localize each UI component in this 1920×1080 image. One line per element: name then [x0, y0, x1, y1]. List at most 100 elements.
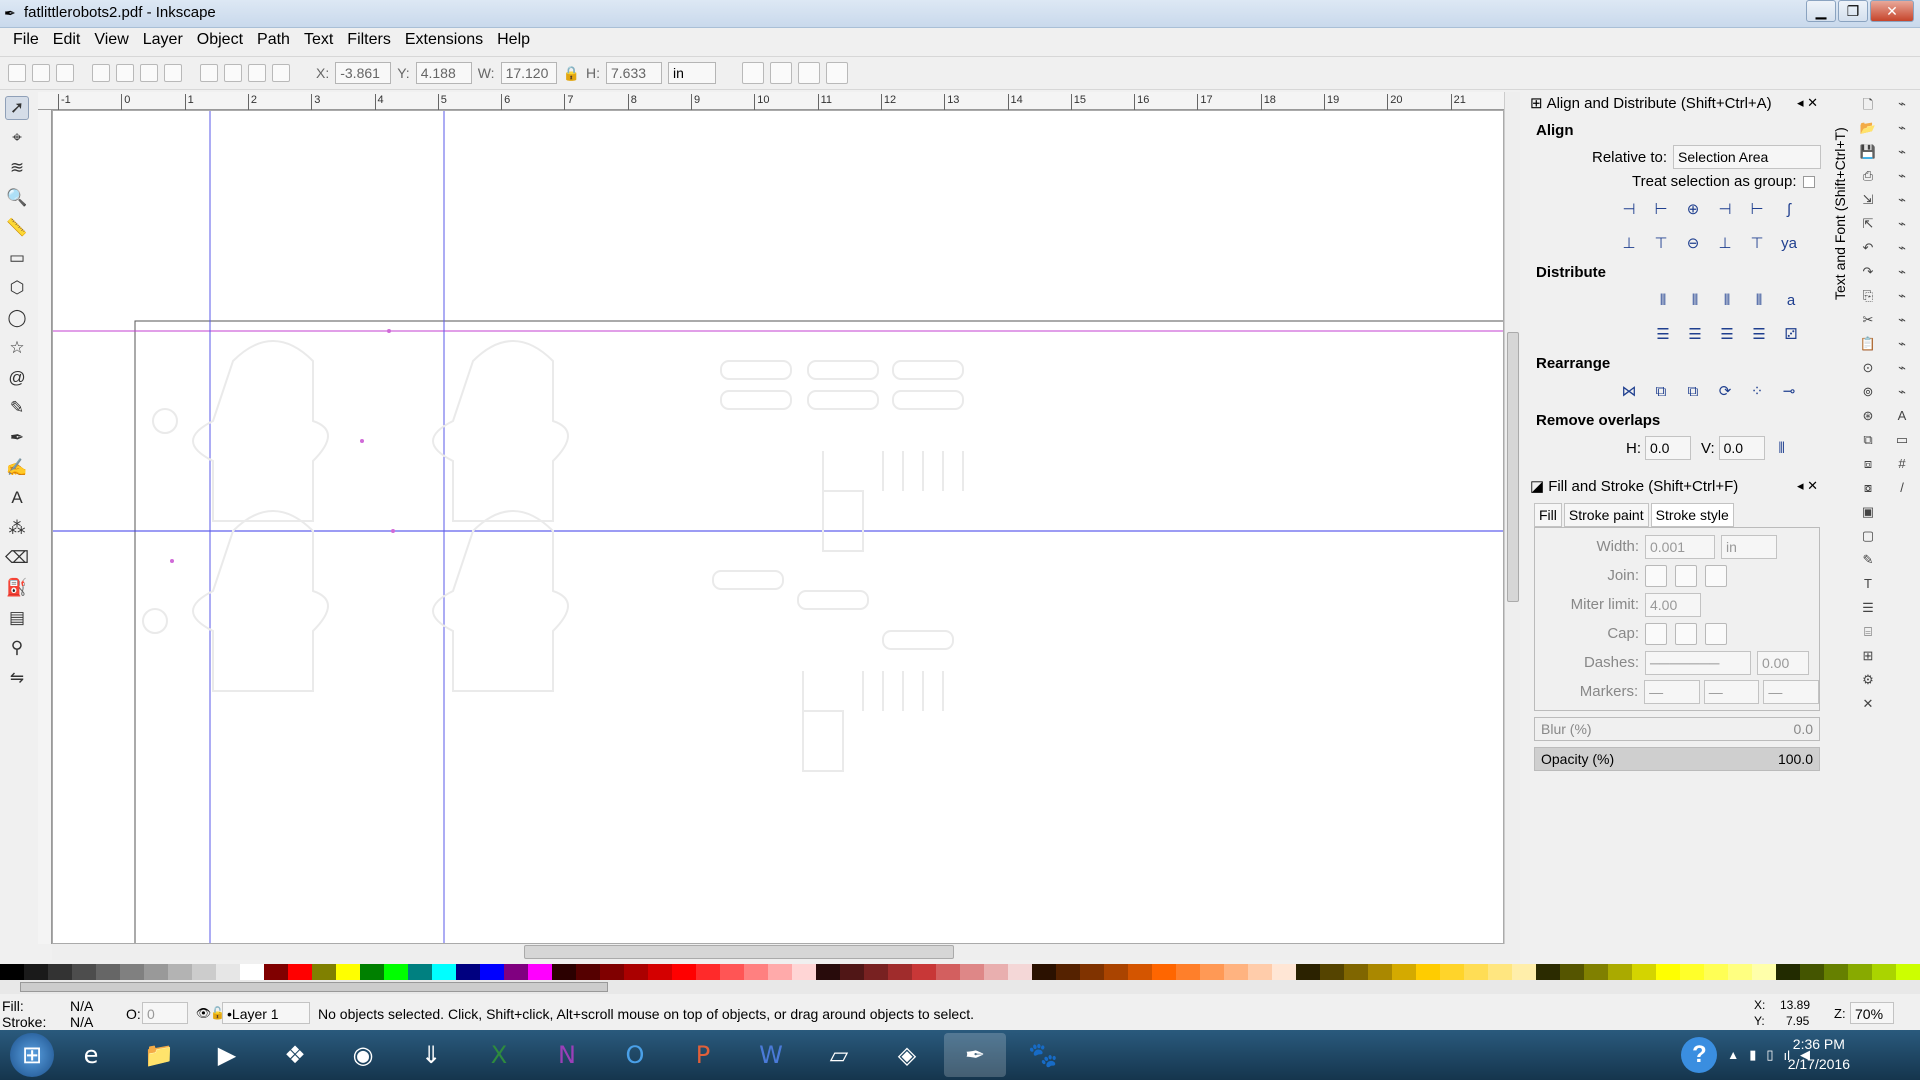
align-bottom-icon[interactable]: ⊥ [1712, 230, 1738, 256]
color-palette[interactable] [0, 964, 1920, 980]
align-panel-header[interactable]: ⊞ Align and Distribute (Shift+Ctrl+A) ◂ … [1526, 92, 1826, 114]
color-swatch[interactable] [1416, 964, 1440, 980]
menu-path[interactable]: Path [250, 31, 297, 49]
import-icon[interactable]: ⇲ [1858, 192, 1878, 212]
file-explorer-icon[interactable]: 📁 [128, 1033, 190, 1077]
color-swatch[interactable] [1368, 964, 1392, 980]
stroke-indicator[interactable]: N/A [70, 1014, 93, 1030]
redo-icon[interactable]: ↷ [1858, 264, 1878, 284]
color-swatch[interactable] [624, 964, 648, 980]
relative-to-select[interactable]: Selection Area [1673, 145, 1822, 169]
selector-tool-icon[interactable]: ➚ [5, 96, 29, 120]
color-swatch[interactable] [744, 964, 768, 980]
color-swatch[interactable] [96, 964, 120, 980]
spiral-tool-icon[interactable]: @ [5, 366, 29, 390]
word-icon[interactable]: W [740, 1033, 802, 1077]
color-swatch[interactable] [840, 964, 864, 980]
color-swatch[interactable] [1680, 964, 1704, 980]
flip-vertical-icon[interactable] [164, 64, 182, 82]
tray-network-icon[interactable]: ▮ [1749, 1047, 1756, 1063]
distribute-center-v-icon[interactable]: ☰ [1682, 321, 1708, 347]
color-swatch[interactable] [1200, 964, 1224, 980]
color-swatch[interactable] [984, 964, 1008, 980]
miter-limit-field[interactable]: 4.00 [1645, 592, 1701, 617]
snap-text-baseline-icon[interactable]: A [1892, 408, 1912, 428]
zoom-page-icon[interactable]: ⊛ [1858, 408, 1878, 428]
color-swatch[interactable] [1776, 964, 1800, 980]
preferences-icon[interactable]: ⚙ [1858, 672, 1878, 692]
distribute-bottom-icon[interactable]: ☰ [1714, 321, 1740, 347]
tweak-tool-icon[interactable]: ≋ [5, 156, 29, 180]
snap-bbox-midpoint-icon[interactable]: ⌁ [1892, 192, 1912, 212]
gradient-tool-icon[interactable]: ▤ [5, 606, 29, 630]
maximize-button[interactable]: ❐ [1838, 0, 1868, 22]
star-tool-icon[interactable]: ☆ [5, 336, 29, 360]
menu-object[interactable]: Object [190, 31, 250, 49]
rotate-cw-icon[interactable] [116, 64, 134, 82]
color-swatch[interactable] [192, 964, 216, 980]
mid-marker-select[interactable]: — [1703, 679, 1760, 704]
distribute-right-icon[interactable]: ⫴ [1714, 287, 1740, 313]
color-swatch[interactable] [1872, 964, 1896, 980]
unit-select[interactable]: in [668, 62, 716, 84]
vertical-scrollbar[interactable] [1504, 92, 1520, 944]
snap-toggle-icon[interactable]: ⌁ [1892, 96, 1912, 116]
color-swatch[interactable] [1512, 964, 1536, 980]
color-swatch[interactable] [1728, 964, 1752, 980]
distribute-left-icon[interactable]: ⫴ [1650, 287, 1676, 313]
snap-smooth-icon[interactable]: ⌁ [1892, 312, 1912, 332]
color-swatch[interactable] [600, 964, 624, 980]
color-swatch[interactable] [408, 964, 432, 980]
onenote-icon[interactable]: N [536, 1033, 598, 1077]
3d-box-tool-icon[interactable]: ⬡ [5, 276, 29, 300]
rectangle-tool-icon[interactable]: ▭ [5, 246, 29, 270]
paint-bucket-tool-icon[interactable]: ⛽ [5, 576, 29, 600]
color-swatch[interactable] [696, 964, 720, 980]
distribute-randomize-icon[interactable]: ⚂ [1778, 321, 1804, 347]
select-all-icon[interactable] [8, 64, 26, 82]
new-document-icon[interactable]: 🗋 [1858, 96, 1878, 116]
snap-guide-icon[interactable]: / [1892, 480, 1912, 500]
cut-icon[interactable]: ✂ [1858, 312, 1878, 332]
notepad-icon[interactable]: ▱ [808, 1033, 870, 1077]
media-player-icon[interactable]: ▶ [196, 1033, 258, 1077]
menu-filters[interactable]: Filters [340, 31, 398, 49]
color-swatch[interactable] [1656, 964, 1680, 980]
tab-fill[interactable]: Fill [1534, 503, 1562, 527]
exchange-stacking-icon[interactable]: ⧉ [1680, 378, 1706, 404]
treat-group-checkbox[interactable] [1802, 175, 1815, 188]
color-swatch[interactable] [1632, 964, 1656, 980]
menu-file[interactable]: File [6, 31, 46, 49]
fill-indicator[interactable]: N/A [70, 998, 93, 1014]
snap-grid-icon[interactable]: # [1892, 456, 1912, 476]
start-marker-select[interactable]: — [1644, 679, 1700, 704]
zoom-tool-icon[interactable]: 🔍 [5, 186, 29, 210]
color-swatch[interactable] [1176, 964, 1200, 980]
menu-edit[interactable]: Edit [46, 31, 88, 49]
color-swatch[interactable] [1032, 964, 1056, 980]
color-swatch[interactable] [888, 964, 912, 980]
align-baseline-vertical-icon[interactable]: ʃ [1776, 196, 1802, 222]
horizontal-scrollbar[interactable] [52, 944, 1520, 960]
color-swatch[interactable] [1056, 964, 1080, 980]
calligraphy-tool-icon[interactable]: ✍ [5, 456, 29, 480]
layer-visibility-icon[interactable]: 👁 [196, 1006, 211, 1020]
color-swatch[interactable] [1488, 964, 1512, 980]
color-swatch[interactable] [312, 964, 336, 980]
menu-layer[interactable]: Layer [136, 31, 190, 49]
node-tool-icon[interactable]: ⌖ [5, 126, 29, 150]
color-swatch[interactable] [168, 964, 192, 980]
remove-overlaps-icon[interactable]: ⦀ [1769, 435, 1795, 461]
lower-icon[interactable] [224, 64, 242, 82]
undo-icon[interactable]: ↶ [1858, 240, 1878, 260]
color-swatch[interactable] [768, 964, 792, 980]
close-window-button[interactable]: ✕ [1870, 0, 1914, 22]
menu-view[interactable]: View [87, 31, 135, 49]
color-swatch[interactable] [1800, 964, 1824, 980]
group-icon[interactable]: ▣ [1858, 504, 1878, 524]
unclump-icon[interactable]: ⁘ [1744, 378, 1770, 404]
distribute-top-icon[interactable]: ☰ [1650, 321, 1676, 347]
distribute-baseline-icon[interactable]: a [1778, 287, 1804, 313]
print-icon[interactable]: ⎙ [1858, 168, 1878, 188]
color-swatch[interactable] [864, 964, 888, 980]
